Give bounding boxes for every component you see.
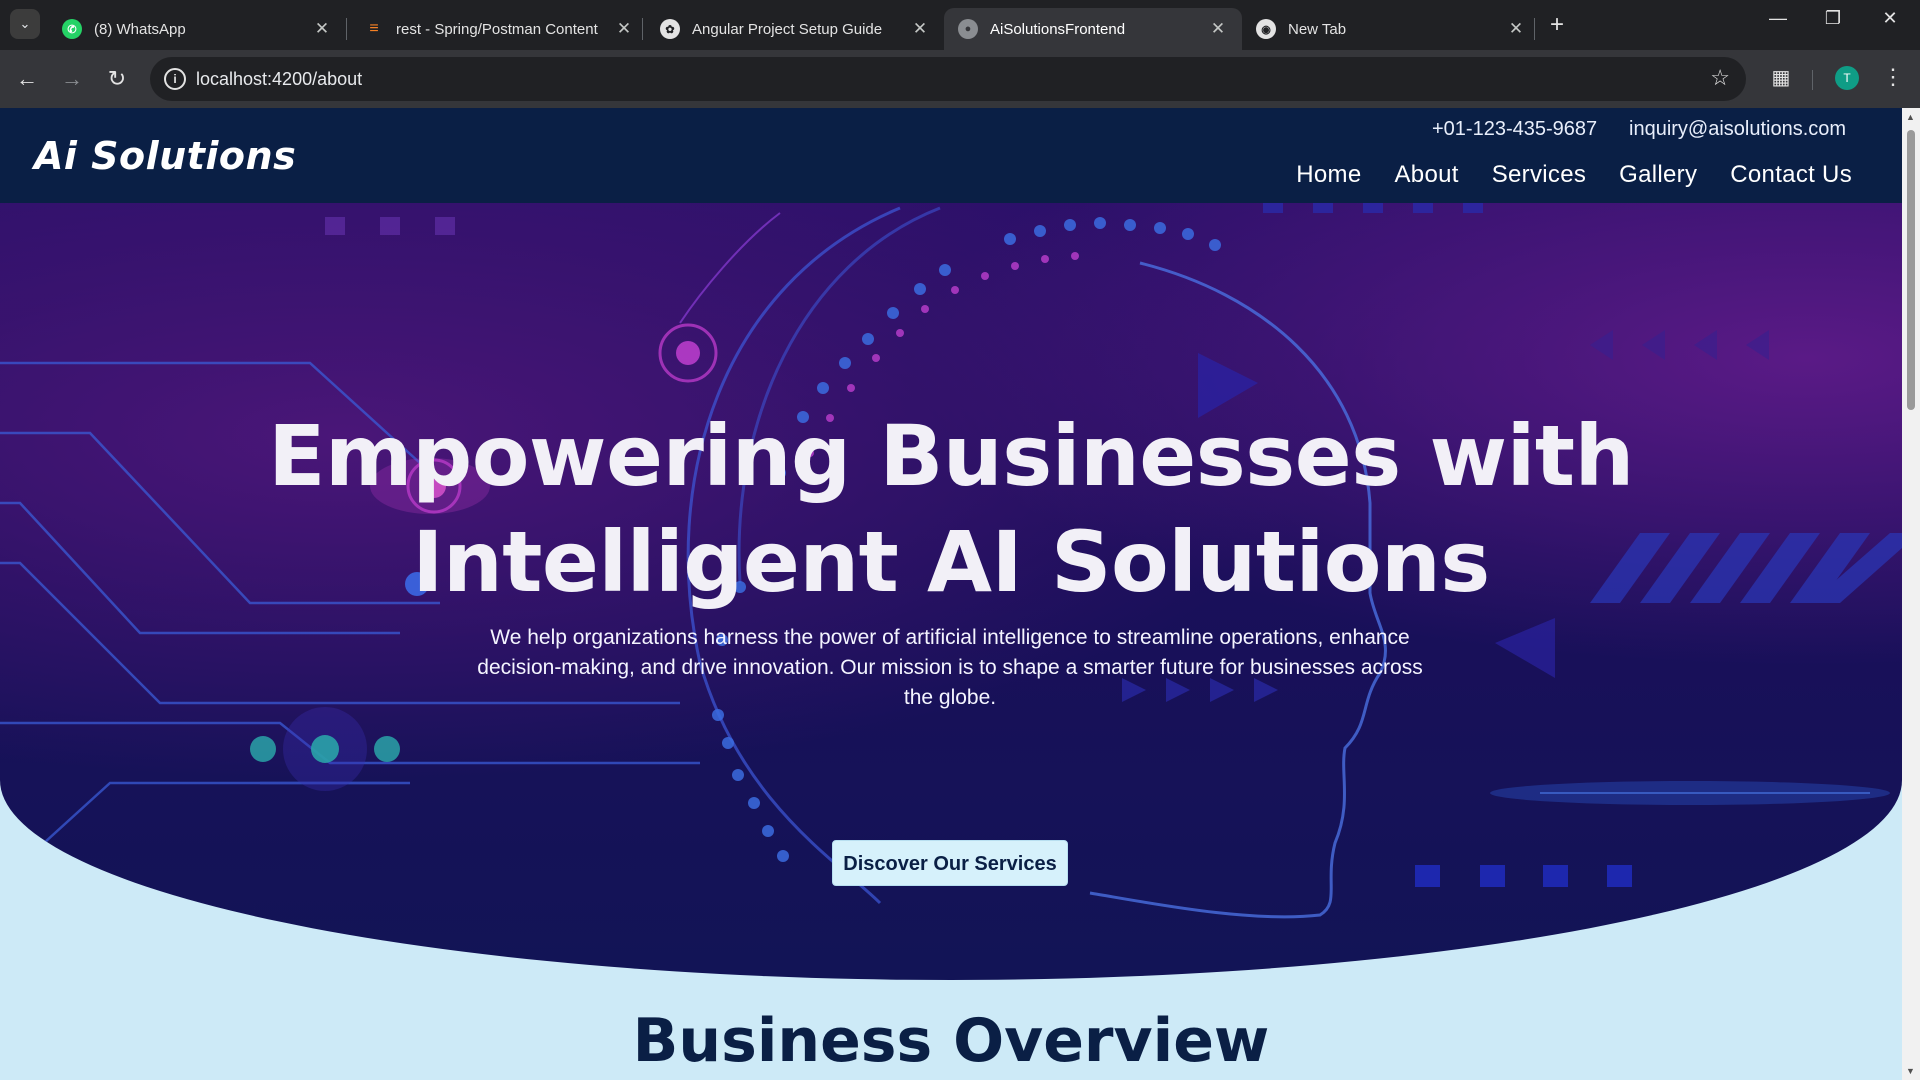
tab-angular-guide[interactable]: ✿ Angular Project Setup Guide ✕ bbox=[646, 8, 944, 50]
hero-title-line: Intelligent AI Solutions bbox=[412, 513, 1490, 611]
chrome-icon: ◉ bbox=[1256, 19, 1276, 39]
forward-arrow-icon[interactable]: → bbox=[57, 64, 87, 94]
scroll-up-icon[interactable]: ▲ bbox=[1906, 112, 1915, 122]
tab-title: AiSolutionsFrontend bbox=[990, 20, 1126, 38]
tab-whatsapp[interactable]: ✆ (8) WhatsApp ✕ bbox=[48, 8, 346, 50]
reload-icon[interactable]: ↻ bbox=[102, 64, 132, 94]
whatsapp-icon: ✆ bbox=[62, 19, 82, 39]
tab-new-tab[interactable]: ◉ New Tab ✕ bbox=[1242, 8, 1540, 50]
nav-contact-us[interactable]: Contact Us bbox=[1730, 161, 1852, 189]
site-info-icon[interactable]: i bbox=[164, 68, 186, 90]
page-scrollbar[interactable]: ▲ ▼ bbox=[1902, 108, 1920, 1080]
menu-kebab-icon[interactable]: ⋮ bbox=[1882, 64, 1904, 90]
browser-tabstrip: ⌄ ✆ (8) WhatsApp ✕ ≡ rest - Spring/Postm… bbox=[0, 0, 1920, 50]
browser-toolbar: ← → ↻ i localhost:4200/about ☆ ▦ bbox=[0, 50, 1920, 108]
main-nav: Home About Services Gallery Contact Us bbox=[1296, 161, 1852, 189]
contact-email[interactable]: inquiry@aisolutions.com bbox=[1629, 118, 1846, 141]
hero-title-line: Empowering Businesses with bbox=[268, 407, 1634, 505]
hero-title: Empowering Businesses with Intelligent A… bbox=[0, 403, 1902, 615]
tab-separator bbox=[346, 18, 347, 40]
restore-icon[interactable]: ❐ bbox=[1813, 8, 1853, 29]
tab-aisolutions[interactable]: ● AiSolutionsFrontend ✕ bbox=[944, 8, 1242, 50]
site-logo[interactable]: Ai Solutions bbox=[34, 134, 296, 178]
tab-separator bbox=[642, 18, 643, 40]
hero-section: Empowering Businesses with Intelligent A… bbox=[0, 203, 1902, 980]
chevron-down-icon: ⌄ bbox=[19, 16, 31, 31]
nav-gallery[interactable]: Gallery bbox=[1619, 161, 1697, 189]
profile-avatar[interactable]: T bbox=[1835, 66, 1859, 90]
new-tab-button[interactable]: + bbox=[1543, 11, 1571, 39]
url-text[interactable]: localhost:4200/about bbox=[196, 69, 362, 90]
globe-icon: ● bbox=[958, 19, 978, 39]
discover-services-button[interactable]: Discover Our Services bbox=[832, 840, 1068, 886]
nav-about[interactable]: About bbox=[1395, 161, 1459, 189]
minimize-icon[interactable]: — bbox=[1758, 8, 1798, 29]
back-arrow-icon[interactable]: ← bbox=[12, 64, 42, 94]
close-icon[interactable]: ✕ bbox=[614, 19, 634, 39]
address-bar[interactable]: i localhost:4200/about ☆ bbox=[150, 57, 1746, 101]
tab-search-button[interactable]: ⌄ bbox=[10, 9, 40, 39]
scroll-down-icon[interactable]: ▼ bbox=[1906, 1066, 1915, 1076]
extensions-puzzle-icon[interactable]: ▦ bbox=[1768, 65, 1794, 91]
hero-description: We help organizations harness the power … bbox=[477, 626, 1423, 709]
tab-spring-postman[interactable]: ≡ rest - Spring/Postman Content ✕ bbox=[350, 8, 648, 50]
toolbar-separator bbox=[1812, 70, 1813, 90]
close-icon[interactable]: ✕ bbox=[1208, 19, 1228, 39]
tab-title: New Tab bbox=[1288, 20, 1347, 38]
close-icon[interactable]: ✕ bbox=[1506, 19, 1526, 39]
stackoverflow-icon: ≡ bbox=[369, 20, 379, 37]
business-overview-heading: Business Overview bbox=[632, 1006, 1270, 1076]
window-close-icon[interactable]: ✕ bbox=[1870, 8, 1910, 29]
tab-separator bbox=[1534, 18, 1535, 40]
page-viewport: Ai Solutions +01-123-435-9687 inquiry@ai… bbox=[0, 108, 1920, 1080]
contact-phone[interactable]: +01-123-435-9687 bbox=[1432, 118, 1597, 141]
scrollbar-thumb[interactable] bbox=[1907, 130, 1915, 410]
close-icon[interactable]: ✕ bbox=[910, 19, 930, 39]
close-icon[interactable]: ✕ bbox=[312, 19, 332, 39]
tab-title: (8) WhatsApp bbox=[94, 20, 186, 38]
tab-title: Angular Project Setup Guide bbox=[692, 20, 883, 38]
tab-title: rest - Spring/Postman Content bbox=[396, 20, 598, 38]
chatgpt-icon: ✿ bbox=[660, 19, 680, 39]
bookmark-star-icon[interactable]: ☆ bbox=[1710, 65, 1730, 91]
site-header: Ai Solutions +01-123-435-9687 inquiry@ai… bbox=[0, 108, 1902, 203]
nav-services[interactable]: Services bbox=[1492, 161, 1586, 189]
nav-home[interactable]: Home bbox=[1296, 161, 1361, 189]
